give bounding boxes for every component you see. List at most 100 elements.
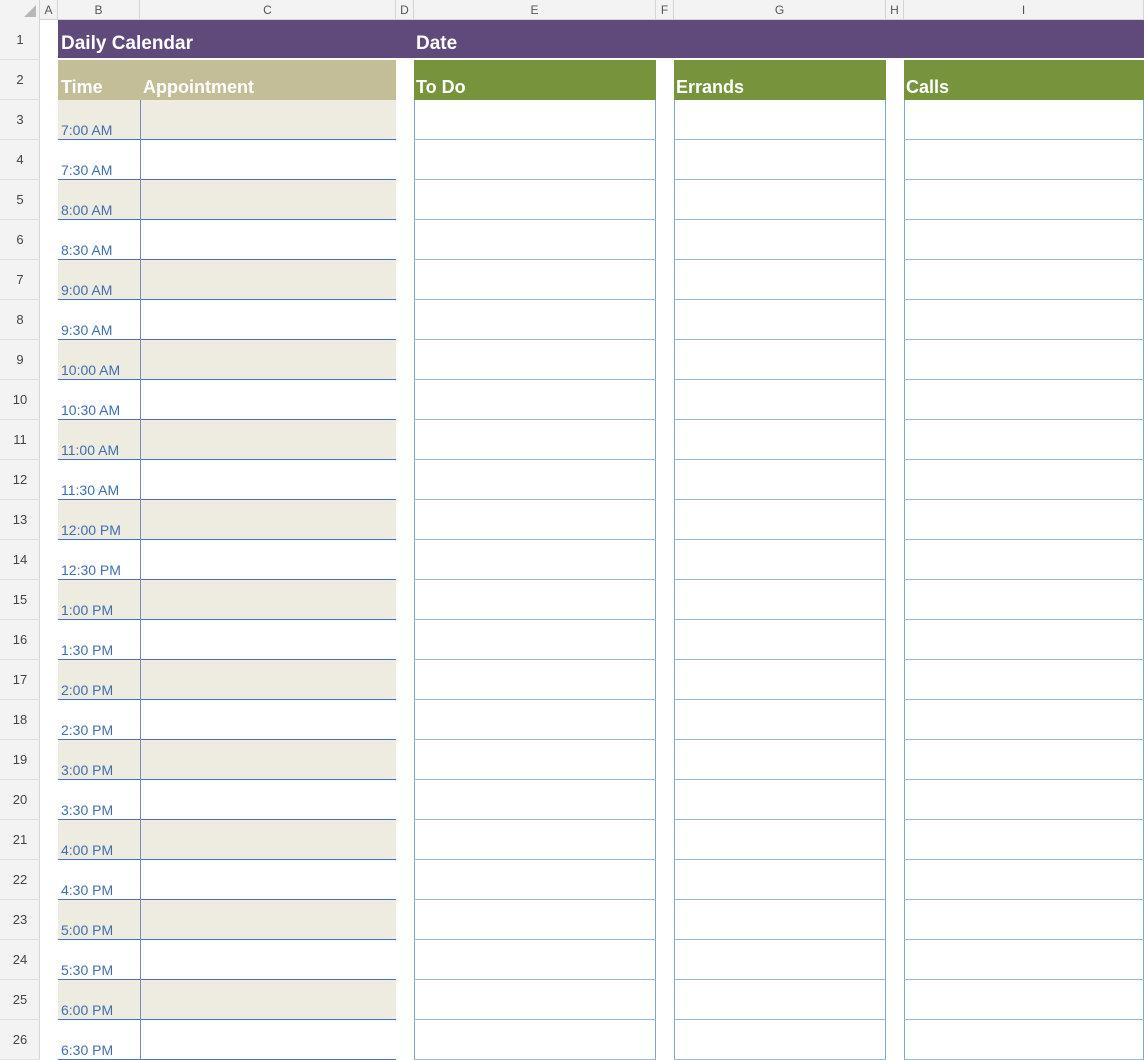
todo-cell[interactable] xyxy=(415,220,655,259)
errands-cell[interactable] xyxy=(675,300,885,339)
calls-cell[interactable] xyxy=(905,860,1143,899)
errands-cell[interactable] xyxy=(675,260,885,299)
calls-cell[interactable] xyxy=(905,140,1143,179)
appointment-cell[interactable] xyxy=(141,380,396,420)
row-header-23[interactable]: 23 xyxy=(0,900,40,940)
calls-cell[interactable] xyxy=(905,540,1143,579)
calls-cell[interactable] xyxy=(905,1020,1143,1059)
calls-cell[interactable] xyxy=(905,180,1143,219)
errands-cell[interactable] xyxy=(675,980,885,1019)
todo-cell[interactable] xyxy=(415,500,655,539)
time-slot[interactable]: 11:30 AM xyxy=(61,482,119,498)
todo-cell[interactable] xyxy=(415,700,655,739)
calls-cell[interactable] xyxy=(905,380,1143,419)
appointment-cell[interactable] xyxy=(141,500,396,540)
time-slot[interactable]: 6:30 PM xyxy=(61,1042,113,1058)
appointment-cell[interactable] xyxy=(141,740,396,780)
time-slot[interactable]: 3:00 PM xyxy=(61,762,113,778)
row-header-9[interactable]: 9 xyxy=(0,340,40,380)
appointment-cell[interactable] xyxy=(141,540,396,580)
row-header-24[interactable]: 24 xyxy=(0,940,40,980)
time-slot[interactable]: 9:00 AM xyxy=(61,282,112,298)
time-slot[interactable]: 3:30 PM xyxy=(61,802,113,818)
time-slot[interactable]: 8:30 AM xyxy=(61,242,112,258)
row-header-6[interactable]: 6 xyxy=(0,220,40,260)
time-slot[interactable]: 12:30 PM xyxy=(61,562,121,578)
calls-header-label[interactable]: Calls xyxy=(906,77,949,98)
row-header-22[interactable]: 22 xyxy=(0,860,40,900)
todo-cell[interactable] xyxy=(415,860,655,899)
calls-cell[interactable] xyxy=(905,980,1143,1019)
errands-cell[interactable] xyxy=(675,660,885,699)
calls-cell[interactable] xyxy=(905,940,1143,979)
errands-cell[interactable] xyxy=(675,900,885,939)
errands-cell[interactable] xyxy=(675,500,885,539)
row-header-2[interactable]: 2 xyxy=(0,60,40,100)
time-slot[interactable]: 1:30 PM xyxy=(61,642,113,658)
time-slot[interactable]: 9:30 AM xyxy=(61,322,112,338)
todo-cell[interactable] xyxy=(415,260,655,299)
row-header-1[interactable]: 1 xyxy=(0,20,40,60)
todo-cell[interactable] xyxy=(415,180,655,219)
todo-cell[interactable] xyxy=(415,140,655,179)
column-header-i[interactable]: I xyxy=(904,0,1144,20)
errands-cell[interactable] xyxy=(675,860,885,899)
appointment-cell[interactable] xyxy=(141,140,396,180)
todo-cell[interactable] xyxy=(415,1020,655,1059)
errands-cell[interactable] xyxy=(675,620,885,659)
appointment-cell[interactable] xyxy=(141,260,396,300)
appointment-cell[interactable] xyxy=(141,780,396,820)
appointment-cell[interactable] xyxy=(141,420,396,460)
time-slot[interactable]: 11:00 AM xyxy=(61,442,119,458)
row-header-18[interactable]: 18 xyxy=(0,700,40,740)
row-header-3[interactable]: 3 xyxy=(0,100,40,140)
time-slot[interactable]: 5:00 PM xyxy=(61,922,113,938)
errands-cell[interactable] xyxy=(675,420,885,459)
time-slot[interactable]: 2:30 PM xyxy=(61,722,113,738)
errands-cell[interactable] xyxy=(675,340,885,379)
row-header-26[interactable]: 26 xyxy=(0,1020,40,1060)
appointment-cell[interactable] xyxy=(141,340,396,380)
time-slot[interactable]: 7:30 AM xyxy=(61,162,112,178)
calls-cell[interactable] xyxy=(905,220,1143,259)
errands-cell[interactable] xyxy=(675,740,885,779)
errands-header-label[interactable]: Errands xyxy=(676,77,744,98)
appointment-cell[interactable] xyxy=(141,180,396,220)
calls-cell[interactable] xyxy=(905,620,1143,659)
calls-cell[interactable] xyxy=(905,740,1143,779)
row-header-12[interactable]: 12 xyxy=(0,460,40,500)
row-header-7[interactable]: 7 xyxy=(0,260,40,300)
errands-cell[interactable] xyxy=(675,180,885,219)
row-header-5[interactable]: 5 xyxy=(0,180,40,220)
column-header-d[interactable]: D xyxy=(396,0,414,20)
appointment-cell[interactable] xyxy=(141,940,396,980)
row-header-13[interactable]: 13 xyxy=(0,500,40,540)
time-slot[interactable]: 12:00 PM xyxy=(61,522,121,538)
calls-cell[interactable] xyxy=(905,780,1143,819)
calls-cell[interactable] xyxy=(905,580,1143,619)
todo-cell[interactable] xyxy=(415,940,655,979)
calls-cell[interactable] xyxy=(905,300,1143,339)
calls-cell[interactable] xyxy=(905,700,1143,739)
calls-cell[interactable] xyxy=(905,820,1143,859)
page-title[interactable]: Daily Calendar xyxy=(61,34,193,54)
calls-cell[interactable] xyxy=(905,100,1143,139)
appointment-cell[interactable] xyxy=(141,820,396,860)
appointment-cell[interactable] xyxy=(141,620,396,660)
calls-cell[interactable] xyxy=(905,260,1143,299)
errands-cell[interactable] xyxy=(675,100,885,139)
errands-cell[interactable] xyxy=(675,380,885,419)
appointment-cell[interactable] xyxy=(141,660,396,700)
todo-cell[interactable] xyxy=(415,580,655,619)
errands-cell[interactable] xyxy=(675,140,885,179)
errands-cell[interactable] xyxy=(675,220,885,259)
row-header-15[interactable]: 15 xyxy=(0,580,40,620)
todo-cell[interactable] xyxy=(415,540,655,579)
row-header-11[interactable]: 11 xyxy=(0,420,40,460)
time-slot[interactable]: 4:00 PM xyxy=(61,842,113,858)
row-header-16[interactable]: 16 xyxy=(0,620,40,660)
calls-cell[interactable] xyxy=(905,500,1143,539)
appointment-cell[interactable] xyxy=(141,100,396,140)
time-column-header[interactable]: Time xyxy=(61,77,103,98)
errands-cell[interactable] xyxy=(675,820,885,859)
